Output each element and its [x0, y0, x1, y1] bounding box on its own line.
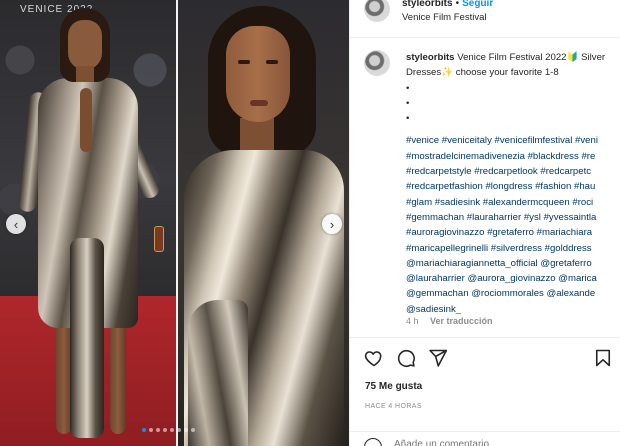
photo-full-length: VENICE 2022: [0, 0, 176, 446]
caption-bullet: •: [406, 82, 410, 94]
carousel-dot: [177, 428, 181, 432]
separator-dot: •: [455, 0, 460, 9]
caption-username[interactable]: styleorbits: [406, 52, 455, 63]
emoji-icon[interactable]: [364, 438, 382, 446]
hashtag-line[interactable]: #auroragiovinazzo #gretaferro #mariachia…: [406, 225, 620, 240]
hashtag-line[interactable]: @gemmachan @rociommorales @alexande: [406, 286, 620, 301]
caption-meta: 4 h Ver traducción: [406, 316, 493, 326]
post-header: styleorbits • Seguir Venice Film Festival: [350, 0, 620, 38]
chevron-left-icon: ‹: [13, 216, 19, 232]
carousel-dot: [142, 428, 146, 432]
hashtag-list: #venice #veniceitaly #venicefilmfestival…: [406, 133, 620, 314]
hashtag-line[interactable]: @mariachiaragiannetta_official @gretafer…: [406, 256, 620, 271]
carousel-next-button[interactable]: ›: [322, 214, 342, 234]
hashtag-line[interactable]: #glam #sadiesink #alexandermcqueen #roci: [406, 195, 620, 210]
carousel-dot: [149, 428, 153, 432]
hashtag-line[interactable]: #redcarpetfashion #longdress #fashion #h…: [406, 179, 620, 194]
heart-icon[interactable]: [364, 348, 384, 368]
model-full-length: [17, 8, 164, 446]
caption-bullet: •: [406, 113, 410, 125]
handbag: [154, 226, 164, 252]
carousel-dot: [191, 428, 195, 432]
hashtag-line[interactable]: @sadiesink_: [406, 302, 620, 314]
caption-area: styleorbits Venice Film Festival 2022🔰 S…: [350, 44, 620, 314]
caption-text: styleorbits Venice Film Festival 2022🔰 S…: [406, 50, 620, 314]
carousel-dot: [184, 428, 188, 432]
post-timestamp: HACE 4 HORAS: [365, 403, 422, 410]
carousel-indicator: [142, 428, 195, 432]
post-age: 4 h: [406, 316, 419, 326]
hashtag-line[interactable]: #gemmachan #lauraharrier #ysl #yvessaint…: [406, 210, 620, 225]
post-actions: 75 Me gusta HACE 4 HORAS: [350, 337, 620, 446]
caption-avatar[interactable]: [364, 50, 390, 76]
carousel-dot: [163, 428, 167, 432]
caption-line-2: Dresses✨ choose your favorite 1-8: [406, 67, 559, 79]
comment-input[interactable]: [394, 439, 574, 446]
model-face: [226, 26, 290, 122]
carousel-dot: [156, 428, 160, 432]
post-side-panel: styleorbits • Seguir Venice Film Festival …: [349, 0, 620, 446]
like-count[interactable]: 75 Me gusta: [365, 381, 422, 392]
header-username[interactable]: styleorbits: [402, 0, 453, 9]
follow-button[interactable]: Seguir: [462, 0, 493, 9]
carousel-prev-button[interactable]: ‹: [6, 214, 26, 234]
comment-bar: [350, 431, 620, 446]
hashtag-line[interactable]: #redcarpetstyle #redcarpetlook #redcarpe…: [406, 164, 620, 179]
hashtag-line[interactable]: #venice #veniceitaly #venicefilmfestival…: [406, 133, 620, 148]
avatar[interactable]: [364, 0, 390, 22]
comment-icon[interactable]: [396, 348, 416, 368]
caption-line-1: Venice Film Festival 2022🔰 Silver: [457, 52, 606, 63]
location-link[interactable]: Venice Film Festival: [402, 12, 486, 23]
caption-bullet: •: [406, 97, 410, 109]
share-icon[interactable]: [428, 348, 448, 368]
post-media-carousel[interactable]: VENICE 2022 ‹ ›: [0, 0, 349, 446]
hashtag-line[interactable]: @lauraharrier @aurora_giovinazzo @marica: [406, 271, 620, 286]
carousel-dot: [170, 428, 174, 432]
translate-button[interactable]: Ver traducción: [430, 316, 493, 326]
bookmark-icon[interactable]: [593, 348, 613, 368]
chevron-right-icon: ›: [329, 216, 335, 232]
hashtag-line[interactable]: #maricapellegrinelli #silverdress #goldd…: [406, 241, 620, 256]
hashtag-line[interactable]: #mostradelcinemadivenezia #blackdress #r…: [406, 149, 620, 164]
